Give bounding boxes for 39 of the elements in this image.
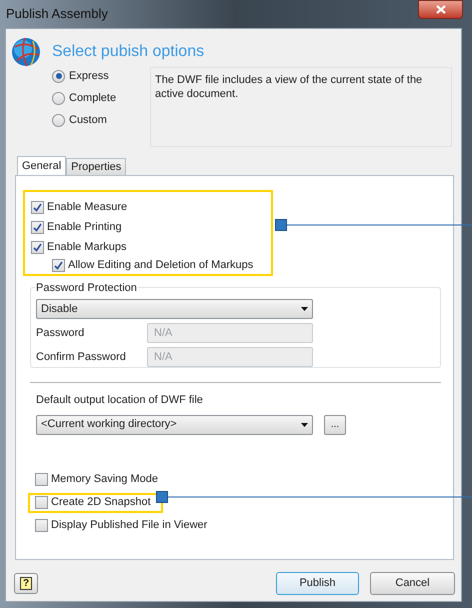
checkbox-label[interactable]: Allow Editing and Deletion of Markups bbox=[68, 256, 254, 274]
description-box: The DWF file includes a view of the current state of the active document. bbox=[150, 67, 452, 147]
field-label: Confirm Password bbox=[36, 350, 127, 365]
cancel-button[interactable]: Cancel bbox=[370, 572, 455, 595]
radio-label[interactable]: Complete bbox=[69, 90, 116, 106]
checkbox[interactable] bbox=[31, 220, 44, 234]
checkbox[interactable] bbox=[31, 200, 44, 214]
radio-label[interactable]: Express bbox=[69, 68, 109, 84]
close-button[interactable] bbox=[418, 0, 463, 19]
radio-button[interactable] bbox=[52, 114, 65, 126]
checkbox-label[interactable]: Enable Printing bbox=[47, 218, 122, 236]
radio-button[interactable] bbox=[52, 92, 65, 104]
checkbox[interactable] bbox=[35, 473, 48, 486]
field-label: Password bbox=[36, 326, 86, 341]
checkbox[interactable] bbox=[35, 519, 48, 532]
caret-icon bbox=[301, 307, 308, 311]
checkbox[interactable] bbox=[52, 258, 65, 272]
checkbox-label[interactable]: Enable Measure bbox=[47, 198, 128, 216]
checkbox-label[interactable]: Display Published File in Viewer bbox=[51, 517, 208, 534]
browse-button[interactable]: ... bbox=[324, 414, 346, 434]
checkbox-label[interactable]: Enable Markups bbox=[47, 238, 126, 256]
help-button[interactable]: ? bbox=[14, 573, 38, 594]
checkbox-label[interactable]: Memory Saving Mode bbox=[51, 471, 158, 488]
close-icon bbox=[436, 5, 446, 14]
dialog-heading: Select pubish options bbox=[52, 42, 204, 62]
window-title: Publish Assembly bbox=[6, 5, 108, 24]
globe-icon bbox=[11, 37, 41, 67]
checkbox-label[interactable]: Create 2D Snapshot bbox=[51, 494, 151, 511]
radio-button[interactable] bbox=[52, 70, 65, 82]
caret-icon bbox=[301, 422, 308, 426]
dropdown[interactable]: <Current working directory> bbox=[36, 414, 313, 434]
dropdown[interactable]: Disable bbox=[36, 299, 313, 319]
field-label: Default output location of DWF file bbox=[36, 393, 204, 408]
checkbox[interactable] bbox=[35, 496, 48, 509]
tab[interactable]: General bbox=[17, 156, 66, 176]
tab[interactable]: Properties bbox=[66, 158, 126, 175]
radio-label[interactable]: Custom bbox=[69, 112, 107, 128]
checkbox[interactable] bbox=[31, 240, 44, 254]
publish-button[interactable]: Publish bbox=[276, 572, 359, 595]
